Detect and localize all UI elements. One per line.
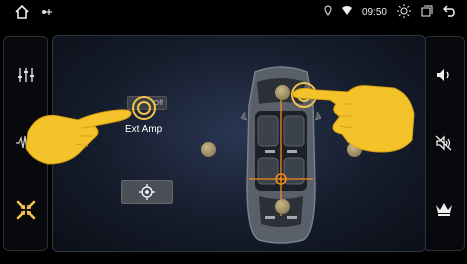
status-right: 09:50 (324, 3, 457, 21)
balance-fader-icon[interactable] (10, 194, 42, 226)
speaker-left[interactable] (201, 142, 216, 157)
tutorial-hand-right (292, 85, 415, 153)
tutorial-hand-left (25, 109, 132, 165)
speaker-rear[interactable] (275, 199, 290, 214)
clock: 09:50 (361, 6, 387, 18)
usb-icon (40, 5, 54, 19)
brightness-icon[interactable] (397, 3, 411, 21)
crown-icon[interactable] (430, 195, 458, 223)
speaker-mute-icon[interactable] (430, 129, 458, 157)
volume-icon[interactable] (430, 61, 458, 89)
speaker-front[interactable] (275, 85, 290, 100)
location-icon (324, 5, 332, 19)
wifi-icon (341, 6, 352, 18)
home-icon[interactable] (14, 4, 30, 20)
back-icon[interactable] (442, 4, 457, 20)
right-nav (423, 36, 465, 251)
recent-apps-icon[interactable] (421, 5, 433, 20)
status-bar: 09:50 (0, 0, 467, 24)
touch-ring-inner (137, 101, 151, 115)
center-reset-button[interactable] (121, 180, 173, 204)
equalizer-icon[interactable] (10, 59, 42, 91)
